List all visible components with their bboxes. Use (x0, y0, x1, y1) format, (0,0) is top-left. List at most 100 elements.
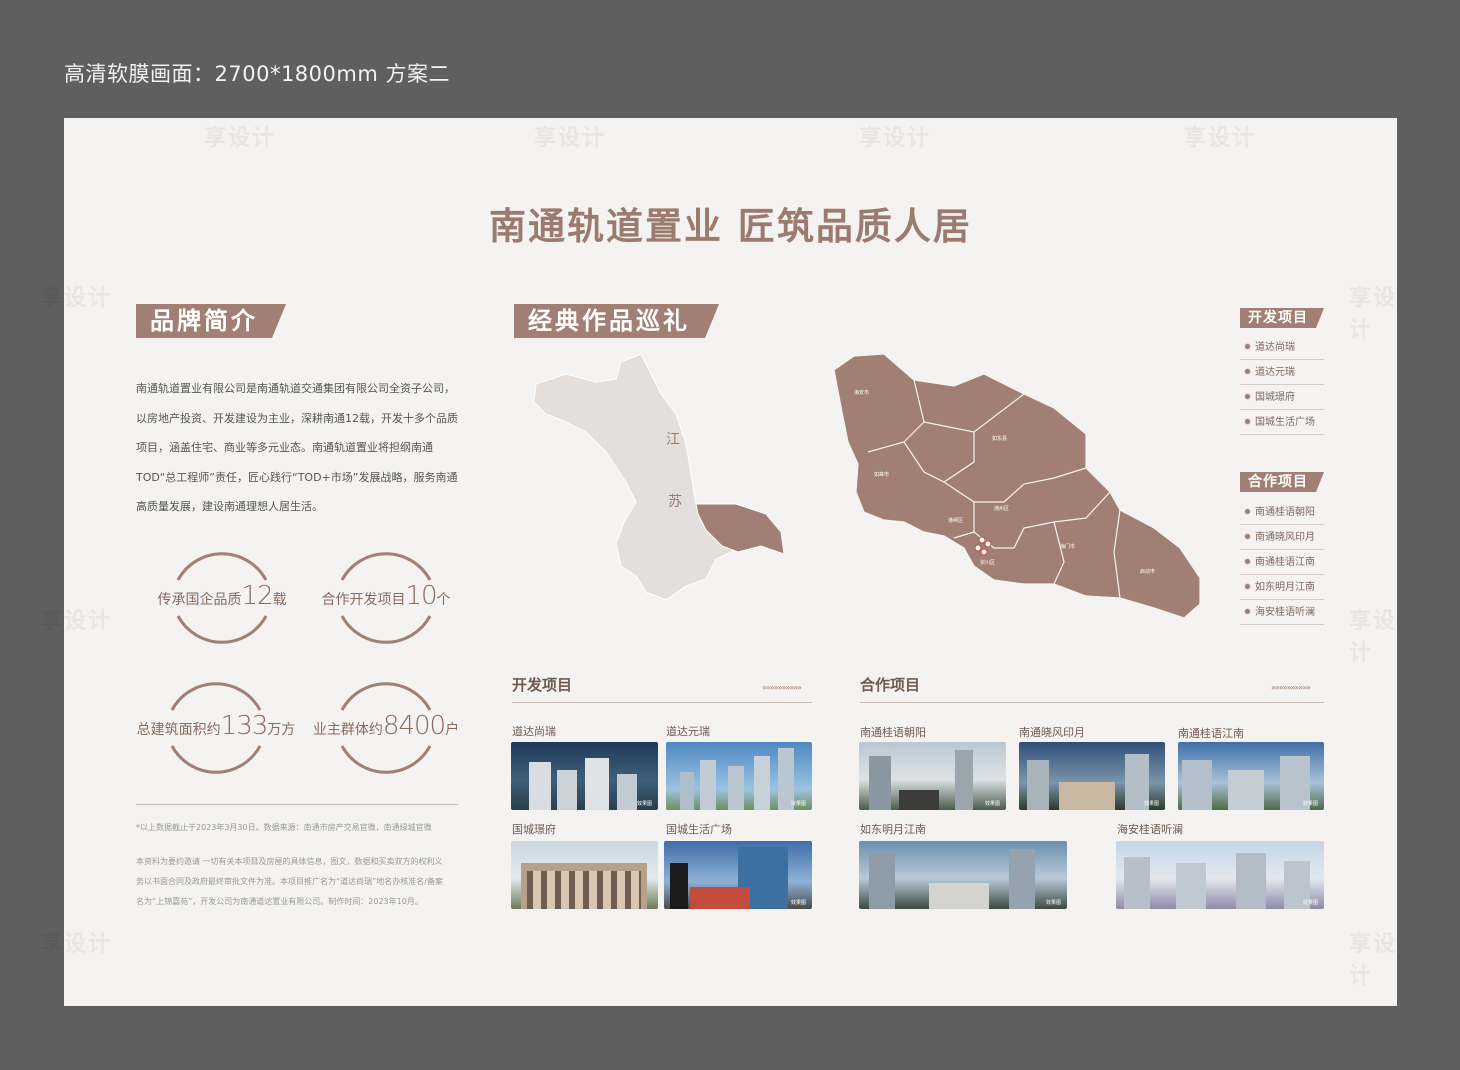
map-label-qidong: 启动市 (1140, 568, 1155, 575)
legend-dev-tag: 开发项目 (1240, 308, 1324, 328)
photo-tag: 效果图 (790, 900, 806, 906)
watermark: 享设计 (534, 126, 607, 151)
watermark: 享设计 (1349, 609, 1398, 666)
project-label: 道达元瑞 (666, 725, 710, 738)
page-title: 南通轨道置业 匠筑品质人居 (489, 205, 972, 248)
brand-paragraph: 南通轨道置业有限公司是南通轨道交通集团有限公司全资子公司，以房地产投资、开发建设… (136, 382, 458, 513)
disclaimer-line: 本资料为要约邀请 一切有关本项目及房屋的具体信息，图文，数据和买卖双方的权利义 (136, 857, 443, 866)
nantong-map: 海安市 如皋市 如东县 通州区 港闸区 崇川区 海门市 启动市 (833, 353, 1201, 619)
project-label: 南通桂语江南 (1178, 727, 1244, 740)
legend-coop-tag: 合作项目 (1240, 472, 1324, 492)
arrows-decoration: »»»»»»»»»» (1271, 683, 1311, 692)
project-photo: 效果图 (859, 841, 1067, 909)
stat-label: 总建筑面积约 (136, 722, 221, 738)
project-pin-icon (978, 536, 986, 544)
watermark: 享设计 (204, 126, 277, 151)
pin-dot-icon (1244, 392, 1251, 400)
pin-dot-icon (1244, 507, 1251, 515)
dev-projects-heading: 开发项目 (512, 676, 573, 694)
project-label: 南通桂语朝阳 (860, 726, 926, 739)
map-label-su: 苏 (668, 494, 682, 510)
project-photo: 效果图 (859, 742, 1006, 810)
project-pin-icon (980, 548, 988, 556)
watermark: 享设计 (40, 286, 113, 311)
project-photo: 效果图 (666, 742, 812, 810)
map-label-haian: 海安市 (854, 389, 869, 396)
jiangsu-map: 江 苏 (533, 354, 785, 601)
project-label: 海安桂语听澜 (1117, 823, 1183, 836)
pin-dot-icon (1244, 532, 1251, 540)
arrows-decoration: »»»»»»»»»» (762, 683, 802, 692)
photo-tag: 效果图 (1302, 801, 1318, 807)
project-pin-icon (974, 544, 982, 552)
map-label-rugao: 如皋市 (874, 471, 889, 478)
stat-label: 传承国企品质 (157, 592, 242, 608)
legend-item: 南通桂语朝阳 (1240, 501, 1324, 525)
poster-board: 享设计 享设计 享设计 享设计 享设计 享设计 享设计 享设计 享设计 享设计 … (40, 118, 1398, 1006)
project-label: 国城璟府 (512, 823, 556, 836)
stat-years: 传承国企品质12载 (142, 548, 302, 648)
watermark: 享设计 (1349, 286, 1398, 343)
stat-unit: 万方 (267, 722, 296, 738)
watermark: 享设计 (859, 126, 932, 151)
divider (860, 702, 1324, 703)
disclaimer-line: 名为“上锦嘉苑”，开发公司为南通道达置业有限公司。制作时间：2023年10月。 (136, 897, 423, 906)
project-photo (511, 841, 658, 909)
project-photo: 效果图 (511, 742, 658, 810)
pin-dot-icon (1244, 582, 1251, 590)
top-caption: 高清软膜画面：2700*1800mm 方案二 (64, 62, 450, 86)
stat-number: 10 (405, 581, 437, 611)
legend-item: 国城生活广场 (1240, 411, 1324, 435)
watermark: 享设计 (1349, 932, 1398, 989)
map-label-tongzhou: 通州区 (994, 505, 1009, 512)
project-label: 南通晓风印月 (1019, 726, 1085, 739)
pin-dot-icon (1244, 607, 1251, 615)
stat-label: 合作开发项目 (321, 592, 406, 608)
project-photo: 效果图 (664, 841, 812, 909)
photo-tag: 效果图 (1143, 801, 1159, 807)
nantong-shape (833, 353, 1201, 619)
watermark: 享设计 (40, 932, 113, 957)
map-label-chongchuan: 崇川区 (980, 559, 995, 566)
legend-item: 道达尚瑞 (1240, 336, 1324, 360)
photo-tag: 效果图 (984, 801, 1000, 807)
legend-item: 国城璟府 (1240, 386, 1324, 410)
disclaimer-line: 务以书面合同及政府最终审批文件为准。本项目推广名为“道达尚瑞”地名办核准名/备案 (136, 877, 443, 886)
stat-number: 133 (220, 711, 269, 741)
classic-works-tag: 经典作品巡礼 (514, 304, 719, 338)
project-label: 国城生活广场 (666, 823, 732, 836)
coop-projects-heading: 合作项目 (860, 676, 921, 694)
map-label-gangzha: 港闸区 (948, 517, 963, 524)
footnote: *以上数据截止于2023年3月30日。数据来源：南通市房产交易官微，南通绿城官微 (136, 823, 432, 832)
map-label-rudong: 如东县 (992, 435, 1007, 442)
province-shape (533, 354, 782, 601)
pin-dot-icon (1244, 342, 1251, 350)
project-label: 如东明月江南 (860, 823, 926, 836)
project-photo: 效果图 (1178, 742, 1324, 810)
stat-projects: 合作开发项目10个 (306, 548, 466, 648)
project-photo: 效果图 (1116, 841, 1324, 909)
legend-item: 南通晓风印月 (1240, 526, 1324, 550)
stat-unit: 个 (436, 592, 451, 608)
project-label: 道达尚瑞 (512, 725, 556, 738)
photo-tag: 效果图 (1045, 900, 1061, 906)
pin-dot-icon (1244, 417, 1251, 425)
project-pin-icon (984, 540, 992, 548)
pin-dot-icon (1244, 557, 1251, 565)
watermark: 享设计 (40, 609, 113, 634)
legend-item: 海安桂语听澜 (1240, 601, 1324, 625)
stat-unit: 载 (272, 592, 287, 608)
photo-tag: 效果图 (636, 801, 652, 807)
stat-unit: 户 (445, 722, 460, 738)
photo-tag: 效果图 (790, 801, 806, 807)
legend-item: 如东明月江南 (1240, 576, 1324, 600)
pin-dot-icon (1244, 367, 1251, 375)
divider (512, 702, 812, 703)
map-label-jiang: 江 (666, 432, 680, 448)
legend-item: 道达元瑞 (1240, 361, 1324, 385)
divider (136, 804, 458, 805)
stat-area: 总建筑面积约133万方 (136, 678, 296, 778)
project-photo: 效果图 (1019, 742, 1165, 810)
watermark: 享设计 (1184, 126, 1257, 151)
legend-item: 南通桂语江南 (1240, 551, 1324, 575)
